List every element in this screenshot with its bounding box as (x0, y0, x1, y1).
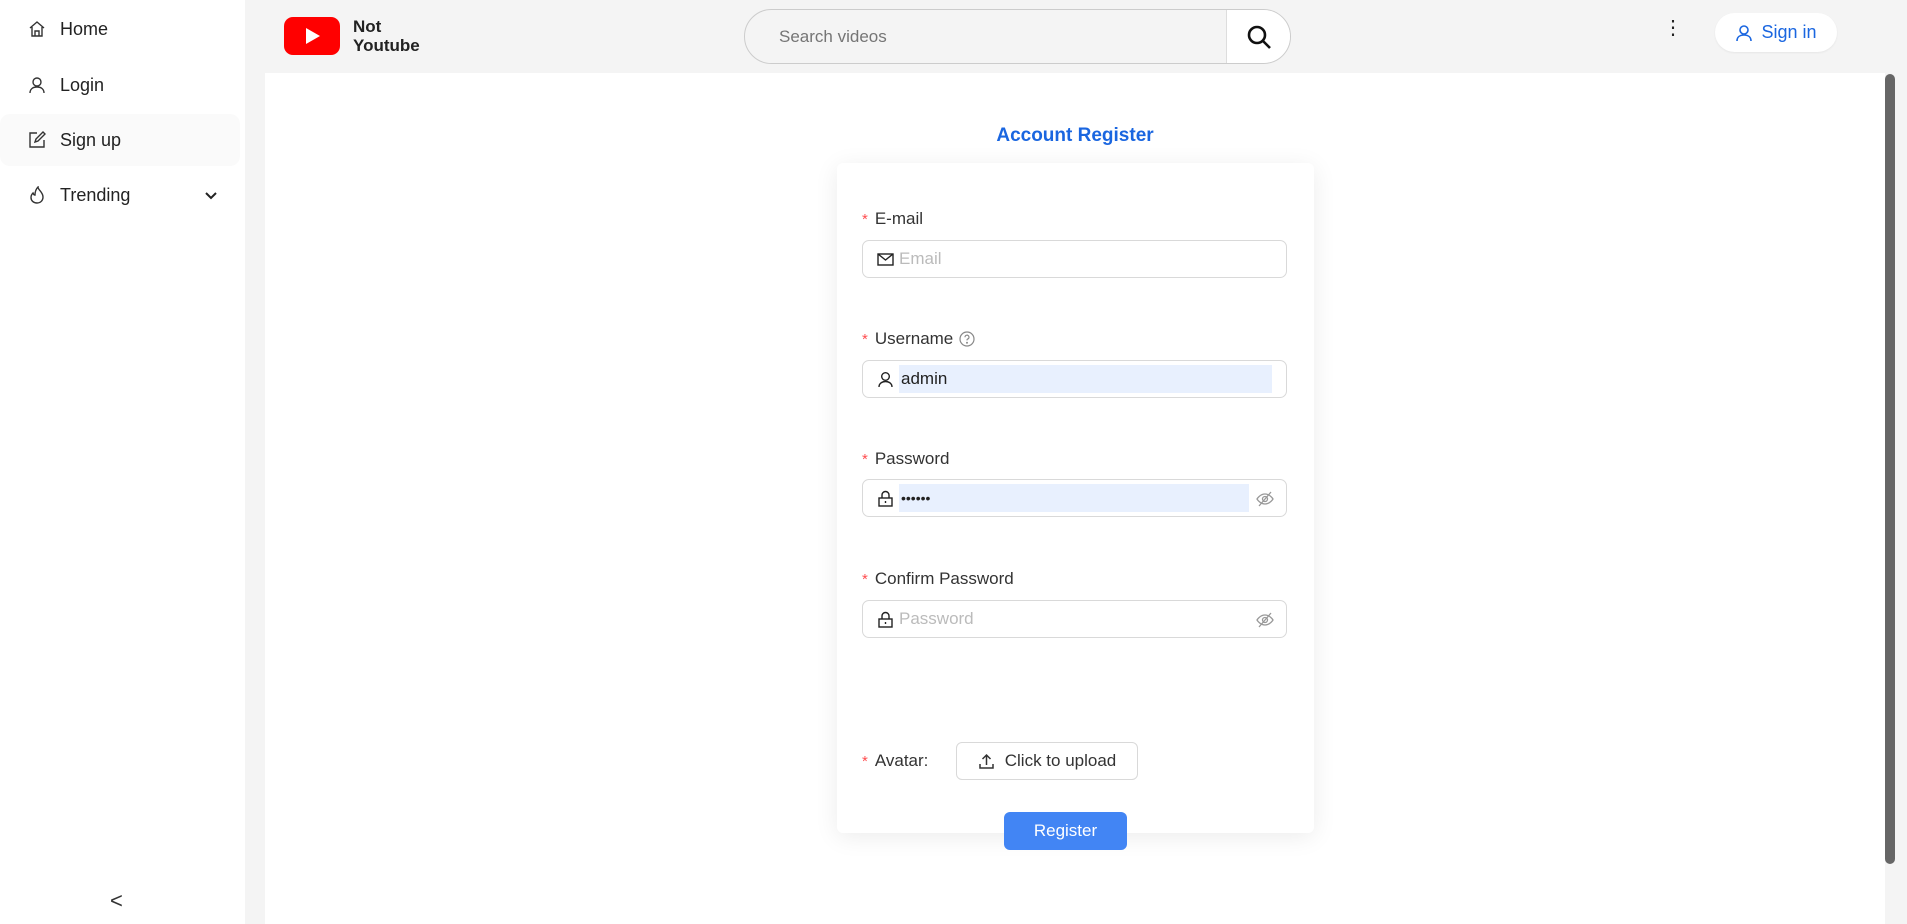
avatar-label: * Avatar: (862, 751, 929, 770)
chevron-down-icon[interactable] (204, 188, 218, 202)
sidebar-item-label: Trending (60, 184, 131, 205)
help-icon[interactable] (959, 331, 975, 347)
search-icon (1247, 25, 1271, 49)
sidebar-item-label: Home (60, 18, 109, 39)
sidebar-item-trending[interactable]: Trending (0, 169, 240, 221)
upload-icon (978, 753, 994, 769)
logo[interactable]: Not Youtube (284, 17, 420, 55)
youtube-logo-icon (284, 17, 340, 55)
home-icon (29, 21, 45, 37)
sign-in-label: Sign in (1761, 22, 1817, 42)
logo-text-line2: Youtube (353, 36, 420, 55)
sidebar-item-label: Sign up (60, 129, 122, 150)
collapse-sidebar-button[interactable]: < (110, 888, 123, 914)
sign-in-button[interactable]: Sign in (1715, 13, 1837, 52)
more-options-icon[interactable]: ⋮ (1663, 18, 1683, 38)
eye-invisible-icon[interactable] (1256, 490, 1274, 508)
password-label: * Password (862, 449, 950, 468)
scrollbar[interactable] (1885, 74, 1895, 864)
user-icon (29, 77, 45, 94)
edit-icon (29, 131, 46, 148)
search-input[interactable] (745, 10, 1226, 63)
sidebar-item-label: Login (60, 74, 105, 95)
sidebar-item-sign-up[interactable]: Sign up (0, 114, 240, 166)
password-value: •••••• (899, 484, 1249, 512)
lock-icon (878, 490, 893, 507)
lock-icon (878, 611, 893, 628)
sidebar-item-home[interactable]: Home (0, 3, 240, 55)
search-bar (744, 9, 1291, 64)
user-icon (1736, 24, 1753, 41)
upload-label: Click to upload (1004, 751, 1117, 770)
upload-avatar-button[interactable]: Click to upload (956, 742, 1138, 780)
username-value: admin (899, 365, 1272, 393)
eye-invisible-icon[interactable] (1256, 611, 1274, 629)
email-field[interactable]: Email (862, 240, 1287, 278)
username-label: * Username (862, 329, 975, 349)
email-label: * E-mail (862, 209, 924, 228)
confirm-password-field[interactable]: Password (862, 600, 1287, 638)
header: NotYoutube ⋮ Sign in (245, 0, 1907, 73)
confirm-password-placeholder: Password (899, 609, 974, 628)
password-field[interactable]: •••••• (862, 479, 1287, 517)
email-placeholder: Email (899, 249, 942, 268)
page-title: Account Register (996, 125, 1154, 146)
username-field[interactable]: admin (862, 360, 1287, 398)
confirm-password-label: * Confirm Password (862, 569, 1014, 588)
search-button[interactable] (1226, 10, 1290, 63)
sidebar: Home Login Sign up Trending < (0, 0, 245, 924)
main-content: Account Register * E-mail Email * Username… (265, 73, 1885, 924)
logo-text-line1: Not (353, 17, 382, 36)
mail-icon (877, 252, 894, 266)
user-icon (878, 371, 893, 387)
register-button[interactable]: Register (1004, 812, 1127, 850)
sidebar-item-login[interactable]: Login (0, 59, 240, 111)
fire-icon (30, 186, 44, 204)
register-form: * E-mail Email * Username admin * Password … (837, 163, 1314, 850)
